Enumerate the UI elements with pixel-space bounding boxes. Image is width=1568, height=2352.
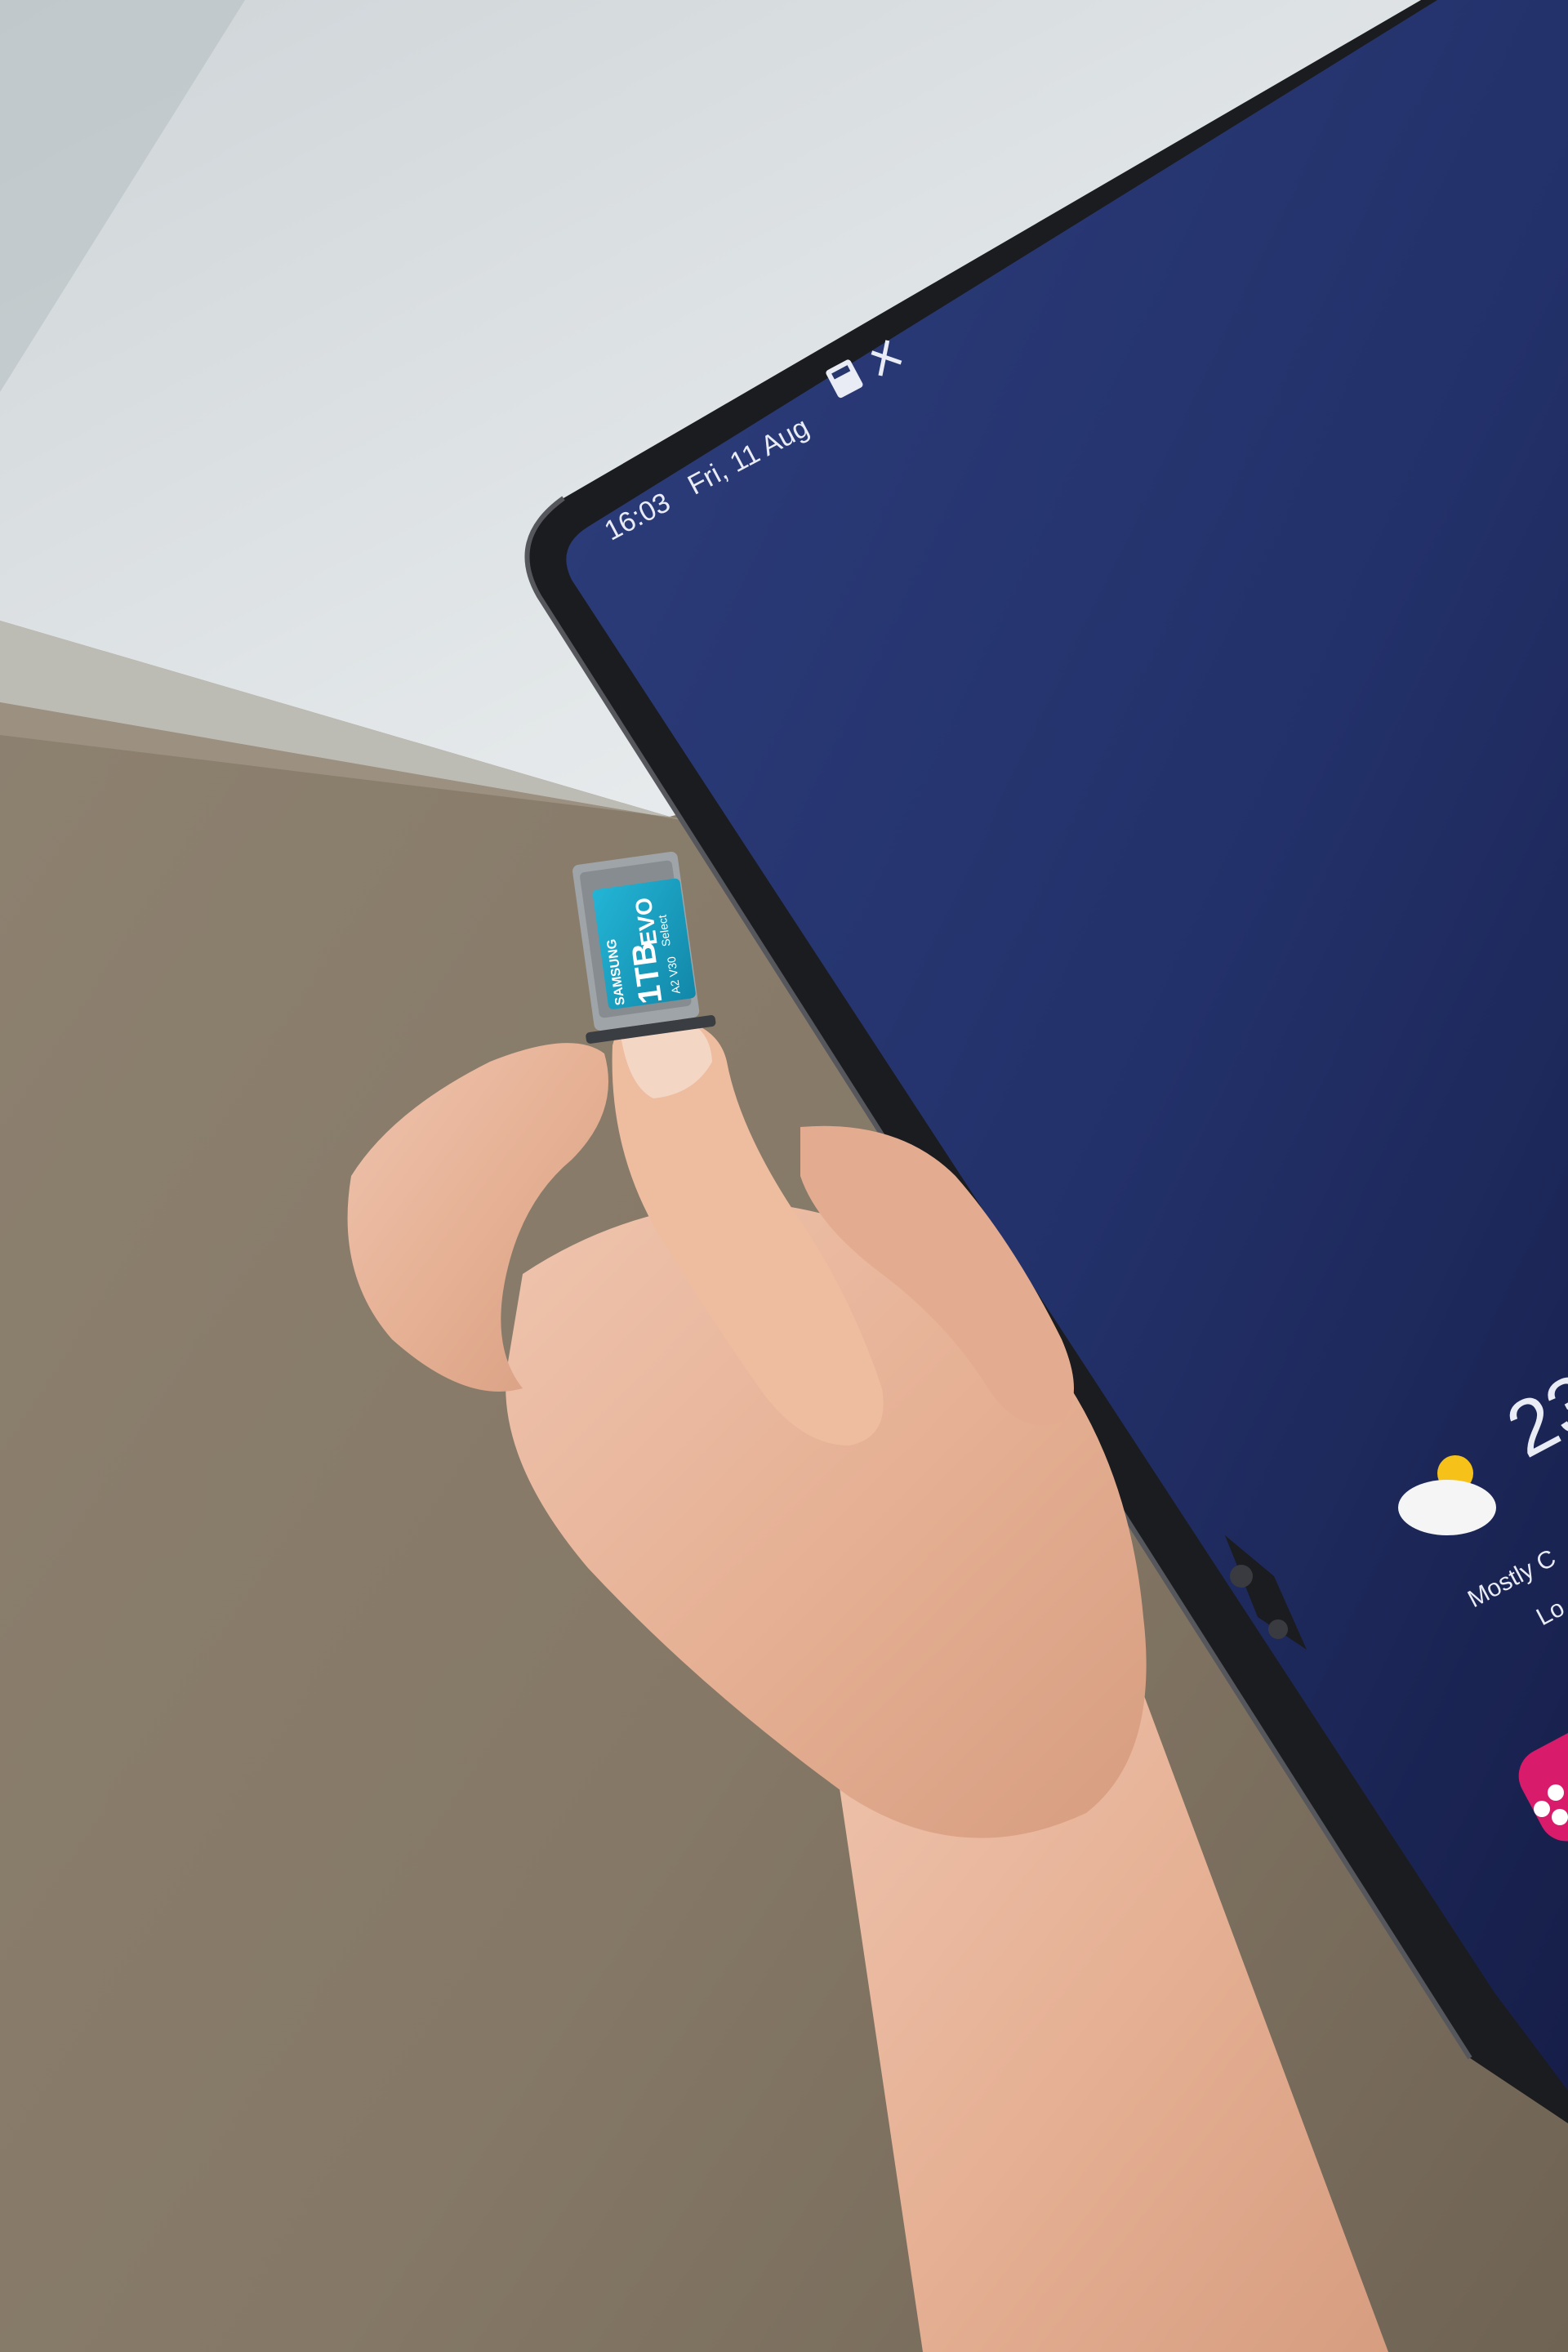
sensor-icon xyxy=(1268,1619,1288,1639)
scene-graphics xyxy=(0,0,1568,2352)
camera-lens-icon xyxy=(1230,1565,1253,1588)
photo-scene: SAMSUNG 1TB EVO Select A2 V30 16:03 Fri,… xyxy=(0,0,1568,2352)
